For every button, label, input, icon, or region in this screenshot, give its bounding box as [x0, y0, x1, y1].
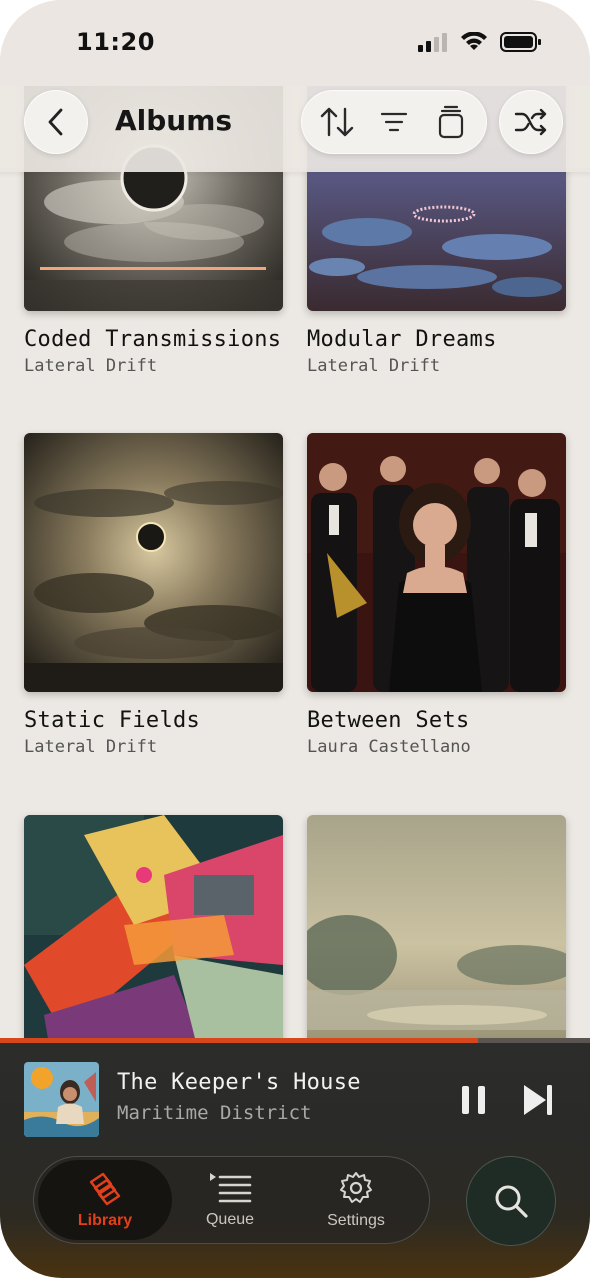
- album-cover[interactable]: [24, 815, 283, 1074]
- tab-library[interactable]: Library: [38, 1160, 172, 1240]
- now-playing-artwork[interactable]: [24, 1062, 99, 1137]
- library-icon: [89, 1172, 121, 1206]
- album-artist: Lateral Drift: [24, 356, 158, 376]
- album-title: Coded Transmissions: [24, 327, 282, 352]
- battery-icon: [500, 32, 541, 52]
- filter-button[interactable]: [370, 98, 418, 146]
- now-playing-title: The Keeper's House: [117, 1070, 361, 1095]
- album-artist: Lateral Drift: [307, 356, 441, 376]
- album-artist: Laura Castellano: [307, 737, 471, 757]
- tab-label: Settings: [327, 1212, 385, 1229]
- status-bar: 11:20: [0, 0, 590, 86]
- album-title: Static Fields: [24, 708, 201, 733]
- phone-screen: 11:20 Coded Transmissions Lateral Drift …: [0, 0, 590, 1278]
- album-artist: Lateral Drift: [24, 737, 158, 757]
- page-title: Albums: [115, 104, 233, 137]
- album-card[interactable]: Static Fields Lateral Drift: [24, 433, 284, 757]
- album-cover[interactable]: [24, 433, 283, 692]
- tab-settings[interactable]: Settings: [289, 1160, 423, 1240]
- now-playing-artist: Maritime District: [117, 1102, 312, 1124]
- sort-button[interactable]: [313, 98, 361, 146]
- album-title: Modular Dreams: [307, 327, 497, 352]
- album-cover[interactable]: [307, 815, 566, 1074]
- search-icon: [495, 1185, 528, 1218]
- album-card[interactable]: Between Sets Laura Castellano: [307, 433, 567, 757]
- queue-icon: [210, 1173, 252, 1203]
- filter-icon: [380, 112, 408, 132]
- tab-label: Queue: [205, 1211, 255, 1228]
- tab-bar: Library Queue Settings: [33, 1156, 430, 1244]
- album-cover[interactable]: [307, 433, 566, 692]
- stack-button[interactable]: [427, 98, 475, 146]
- back-button[interactable]: [24, 90, 88, 154]
- search-button[interactable]: [466, 1156, 556, 1246]
- sort-icon: [321, 107, 354, 137]
- navigation-header: Albums: [0, 86, 590, 172]
- pause-icon: [462, 1086, 485, 1114]
- playback-progress[interactable]: [0, 1038, 590, 1043]
- chevron-left-icon: [48, 108, 63, 136]
- toolbar-group: [301, 90, 487, 154]
- playback-progress-fill: [0, 1038, 478, 1043]
- shuffle-button[interactable]: [499, 90, 563, 154]
- cellular-signal-icon: [418, 33, 447, 52]
- album-title: Between Sets: [307, 708, 470, 733]
- skip-next-button[interactable]: [518, 1080, 558, 1120]
- status-icons: [418, 32, 542, 52]
- tab-label: Library: [77, 1212, 133, 1229]
- shuffle-icon: [514, 108, 547, 136]
- wifi-icon: [461, 32, 487, 50]
- stack-icon: [438, 105, 463, 139]
- skip-next-icon: [524, 1085, 552, 1115]
- gear-icon: [340, 1172, 372, 1203]
- status-time: 11:20: [76, 28, 155, 56]
- now-playing-bar[interactable]: The Keeper's House Maritime District Lib…: [0, 1038, 590, 1278]
- pause-button[interactable]: [456, 1080, 492, 1120]
- tab-queue[interactable]: Queue: [163, 1160, 297, 1240]
